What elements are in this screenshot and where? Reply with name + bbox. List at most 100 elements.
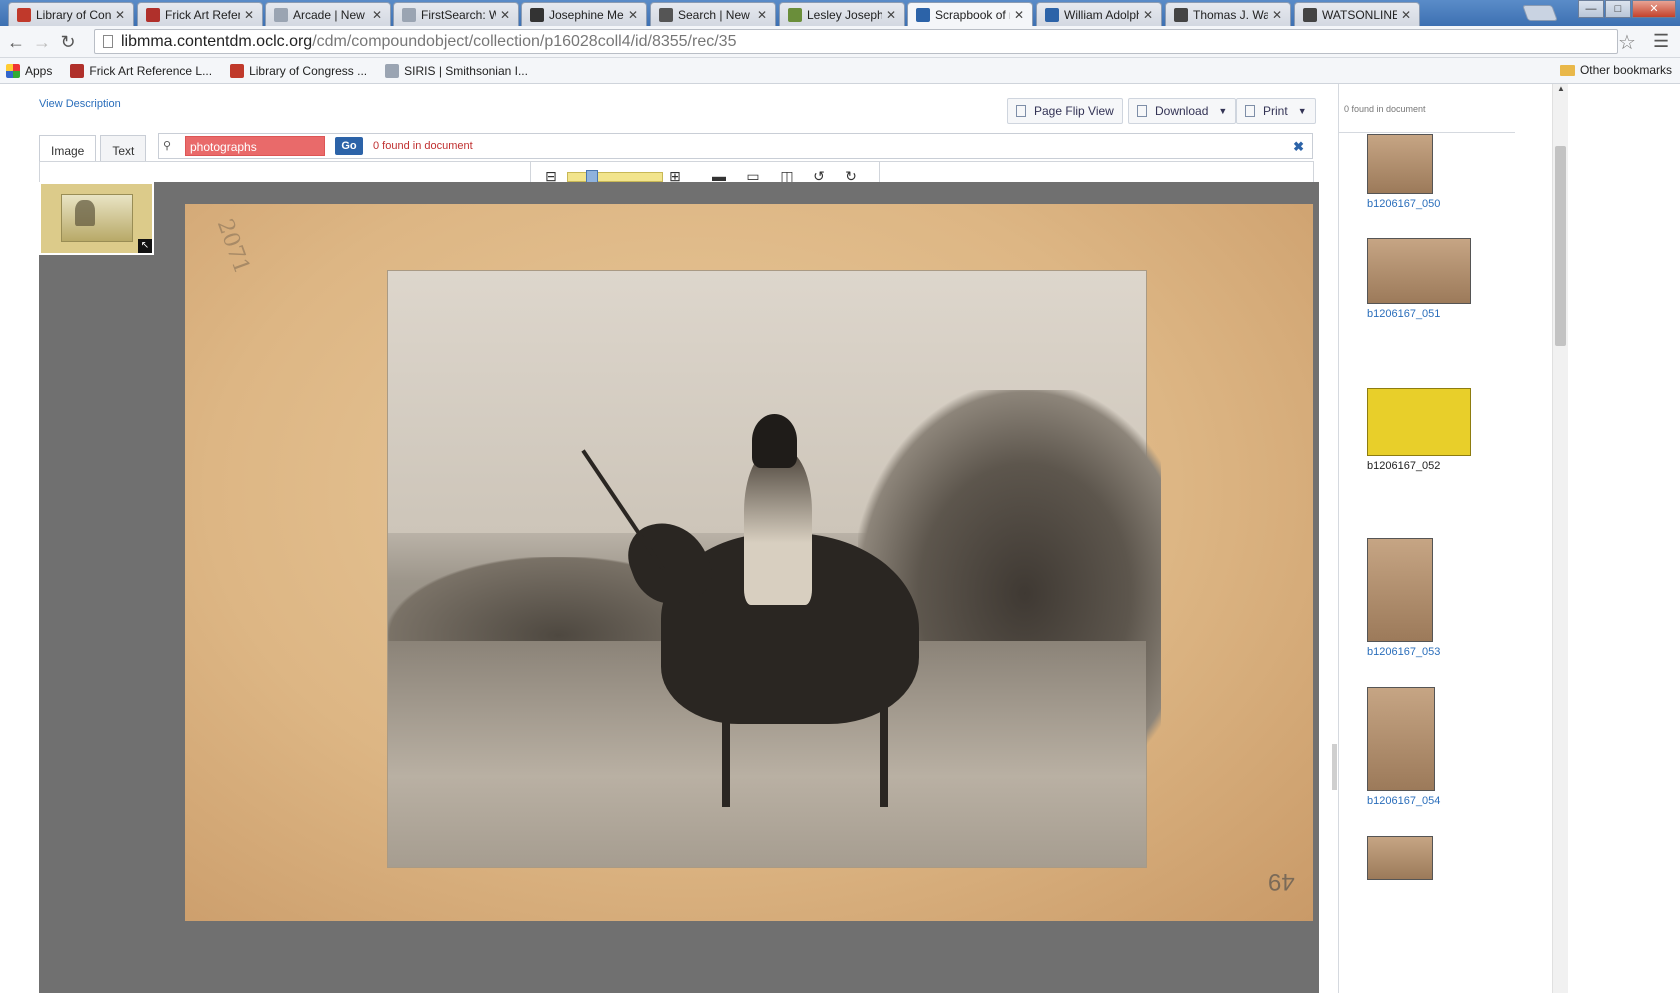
close-tab-icon[interactable]: ✕	[1014, 8, 1026, 22]
browser-tab-label: Lesley Josephin	[807, 7, 882, 22]
page-thumbnail-image[interactable]	[1367, 538, 1433, 642]
search-icon: ⚲	[163, 140, 172, 152]
close-tab-icon[interactable]: ✕	[1401, 8, 1413, 22]
worldcat-icon	[1045, 7, 1059, 22]
clear-search-icon[interactable]: ✖	[1293, 139, 1304, 155]
navigator-thumbnail-image	[61, 194, 133, 242]
page-thumbnail[interactable]: b1206167_051	[1367, 238, 1471, 320]
page-thumbnail[interactable]	[1367, 836, 1433, 880]
page-thumbnail-label[interactable]: b1206167_054	[1367, 795, 1440, 807]
search-go-button[interactable]: Go	[335, 137, 363, 155]
document-search-bar: ⚲ photographs Go 0 found in document ✖	[158, 133, 1313, 159]
close-tab-icon[interactable]: ✕	[1272, 8, 1284, 22]
page-scrollbar-thumb[interactable]	[1555, 146, 1566, 346]
page-thumbnail-label[interactable]: b1206167_053	[1367, 646, 1440, 658]
reload-icon[interactable]: ↻	[58, 32, 78, 52]
page-thumbnail-image[interactable]	[1367, 238, 1471, 304]
close-tab-icon[interactable]: ✕	[757, 8, 769, 22]
panel-splitter-handle[interactable]	[1332, 744, 1337, 790]
browser-tab[interactable]: Lesley Josephin ✕	[779, 2, 905, 26]
bookmark-apps[interactable]: Apps	[6, 63, 53, 78]
browser-tab[interactable]: Search | New Yo ✕	[650, 2, 776, 26]
bookmark-item[interactable]: Frick Art Reference L...	[70, 63, 213, 78]
close-tab-icon[interactable]: ✕	[500, 8, 512, 22]
browser-tab[interactable]: Thomas J. Wats ✕	[1165, 2, 1291, 26]
page-flip-view-button[interactable]: Page Flip View	[1007, 98, 1123, 124]
expand-navigator-icon[interactable]: ↖	[138, 239, 152, 253]
page-thumbnail-label[interactable]: b1206167_051	[1367, 308, 1471, 320]
document-icon	[1137, 105, 1147, 117]
browser-tab[interactable]: William Adolph ✕	[1036, 2, 1162, 26]
page-thumbnail-image[interactable]	[1367, 687, 1435, 791]
photo-horse-legs	[721, 676, 889, 808]
browser-tab[interactable]: FirstSearch: Wo ✕	[393, 2, 519, 26]
image-viewer[interactable]: ↖ 2071 49	[39, 182, 1319, 993]
new-tab-button[interactable]	[1522, 5, 1558, 21]
other-bookmarks[interactable]: Other bookmarks	[1559, 63, 1672, 77]
mounted-photograph-cavalryman	[387, 270, 1162, 868]
page-flip-label: Page Flip View	[1034, 104, 1114, 118]
page-thumbnail-label[interactable]: b1206167_052	[1367, 460, 1471, 472]
library-of-congress-icon	[230, 63, 245, 78]
page-thumbnail[interactable]: b1206167_053	[1367, 538, 1440, 658]
bookmark-item[interactable]: Library of Congress ...	[230, 63, 367, 78]
page-icon	[402, 7, 416, 22]
close-window-button[interactable]: ✕	[1632, 0, 1676, 18]
panel-divider	[1339, 132, 1515, 133]
page-scrollbar[interactable]: ▲	[1552, 84, 1568, 993]
view-description-link[interactable]: View Description	[39, 98, 121, 110]
folder-icon	[1559, 64, 1575, 76]
bookmark-label: Frick Art Reference L...	[89, 63, 213, 78]
scroll-up-icon[interactable]: ▲	[1557, 84, 1565, 93]
close-tab-icon[interactable]: ✕	[886, 8, 898, 22]
page-number: 49	[1268, 868, 1295, 895]
browser-tab-label: Josephine Mell	[549, 7, 624, 22]
print-button[interactable]: Print ▼	[1236, 98, 1316, 124]
browser-tab[interactable]: Library of Cong ✕	[8, 2, 134, 26]
minimize-button[interactable]: —	[1578, 0, 1604, 18]
browser-tab-label: WATSONLINE:	[1322, 7, 1397, 22]
browser-tab[interactable]: Scrapbook of re ✕	[907, 2, 1033, 27]
close-tab-icon[interactable]: ✕	[244, 8, 256, 22]
page-icon	[103, 35, 113, 48]
page-thumbnail[interactable]: b1206167_050	[1367, 134, 1440, 210]
address-bar[interactable]: libmma.contentdm.oclc.org/cdm/compoundob…	[94, 29, 1618, 54]
browser-tab[interactable]: Frick Art Referen ✕	[137, 2, 263, 26]
browser-tab[interactable]: Arcade | New Yo ✕	[265, 2, 391, 26]
page-content: View Description Page Flip View Download…	[0, 84, 1680, 993]
printer-icon	[1245, 105, 1255, 117]
browser-tab-label: William Adolph	[1064, 7, 1139, 22]
back-arrow-icon[interactable]: ←	[6, 32, 26, 52]
browser-tab[interactable]: WATSONLINE: ✕	[1294, 2, 1420, 26]
page-thumbnail-label[interactable]: b1206167_050	[1367, 198, 1440, 210]
browser-tab-label: Scrapbook of re	[935, 8, 1010, 22]
zoom-slider[interactable]	[567, 170, 663, 184]
photo-rider	[744, 449, 813, 605]
page-thumbnail[interactable]: b1206167_052	[1367, 388, 1471, 472]
w-icon	[1303, 7, 1317, 22]
page-thumbnail[interactable]: b1206167_054	[1367, 687, 1440, 807]
m-icon	[1174, 7, 1188, 22]
bookmark-apps-label: Apps	[25, 63, 53, 78]
apps-grid-icon	[6, 63, 20, 78]
browser-menu-icon[interactable]: ☰	[1653, 31, 1669, 52]
navigator-thumbnail[interactable]: ↖	[39, 182, 154, 255]
maximize-button[interactable]: □	[1605, 0, 1631, 18]
page-thumbnail-image[interactable]	[1367, 388, 1471, 456]
document-search-input[interactable]: photographs	[185, 136, 325, 156]
page-thumbnail-image[interactable]	[1367, 836, 1433, 880]
page-thumbnail-image[interactable]	[1367, 134, 1433, 194]
book-icon	[530, 7, 544, 22]
close-tab-icon[interactable]: ✕	[115, 8, 127, 22]
close-tab-icon[interactable]: ✕	[1143, 8, 1155, 22]
bookmark-item[interactable]: SIRIS | Smithsonian I...	[385, 63, 528, 78]
browser-tab-label: Frick Art Referen	[165, 7, 240, 22]
download-button[interactable]: Download ▼	[1128, 98, 1237, 124]
close-tab-icon[interactable]: ✕	[628, 8, 640, 22]
browser-tab[interactable]: Josephine Mell ✕	[521, 2, 647, 26]
close-tab-icon[interactable]: ✕	[372, 8, 384, 22]
bookmark-star-icon[interactable]: ☆	[1618, 30, 1636, 55]
forward-arrow-icon[interactable]: →	[32, 32, 52, 52]
pencil-note: 2071	[211, 215, 255, 278]
navigation-bar: ← → ↻ libmma.contentdm.oclc.org/cdm/comp…	[0, 26, 1680, 58]
